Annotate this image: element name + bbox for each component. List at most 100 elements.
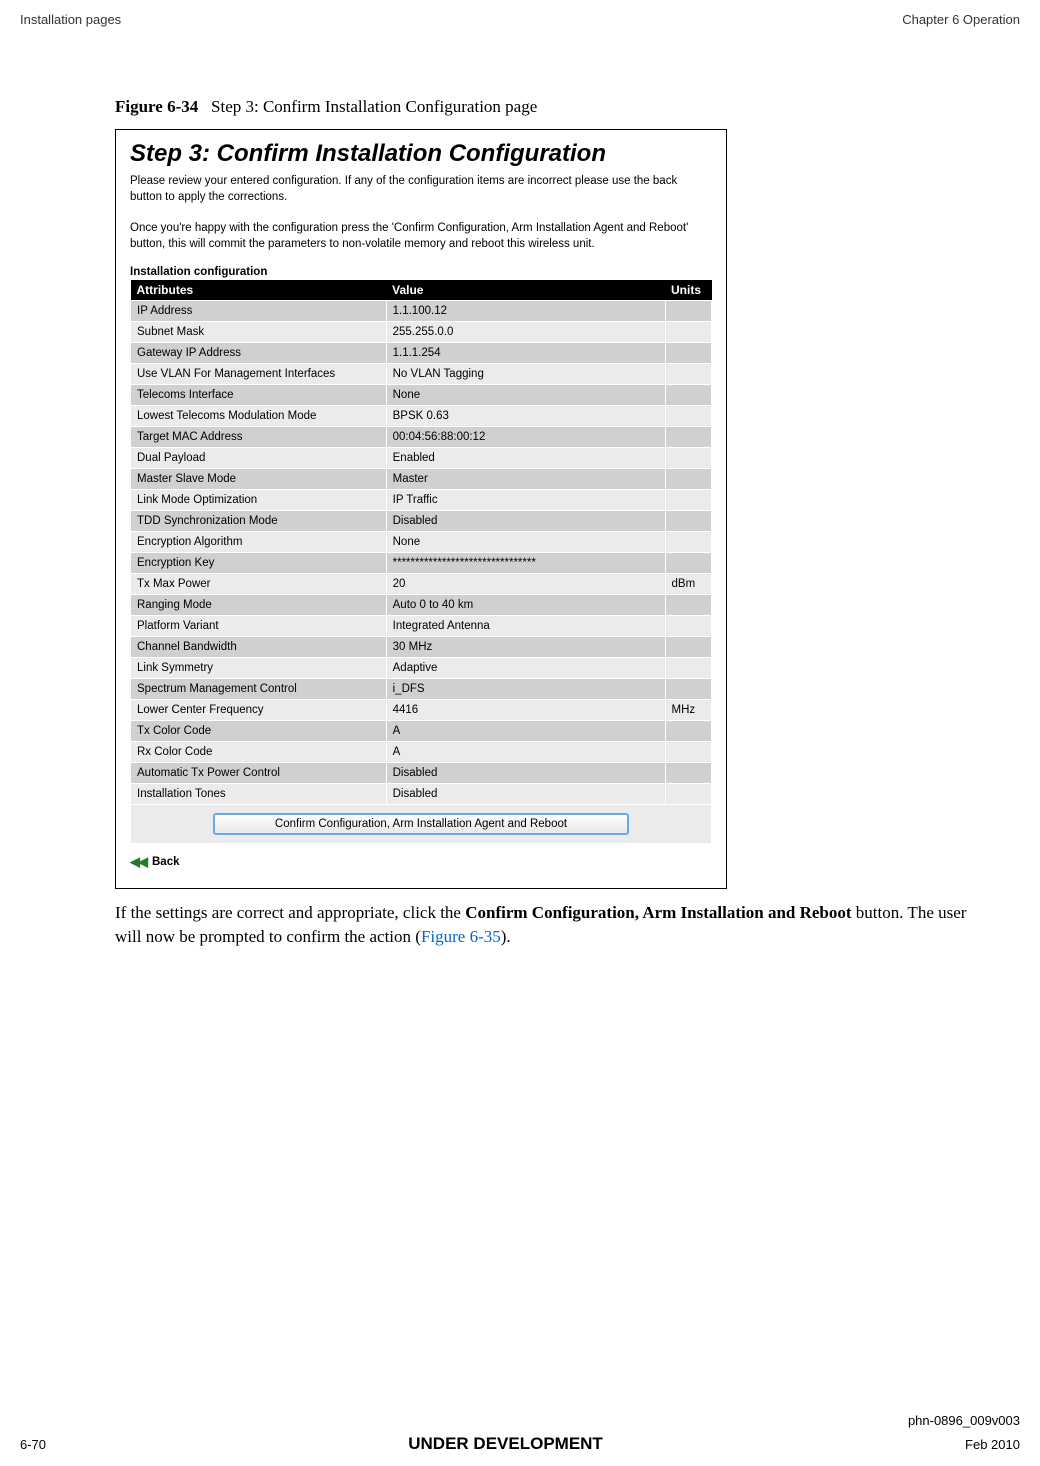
cell-value: Disabled	[386, 763, 665, 784]
th-units: Units	[665, 280, 712, 301]
figure-label: Figure 6-34	[115, 97, 198, 116]
cell-value: A	[386, 721, 665, 742]
cell-value: 1.1.100.12	[386, 301, 665, 322]
table-row: Telecoms InterfaceNone	[131, 385, 712, 406]
cell-value: Disabled	[386, 784, 665, 805]
cell-value: None	[386, 532, 665, 553]
footer-date: Feb 2010	[965, 1437, 1020, 1452]
table-row: Spectrum Management Controli_DFS	[131, 679, 712, 700]
cell-value: 20	[386, 574, 665, 595]
step-desc-2: Once you're happy with the configuration…	[130, 221, 712, 252]
cell-value: BPSK 0.63	[386, 406, 665, 427]
cell-value: 00:04:56:88:00:12	[386, 427, 665, 448]
figure-caption-text: Step 3: Confirm Installation Configurati…	[211, 97, 537, 116]
body-part1: If the settings are correct and appropri…	[115, 903, 465, 922]
cell-attribute: Encryption Key	[131, 553, 387, 574]
table-row: Use VLAN For Management InterfacesNo VLA…	[131, 364, 712, 385]
back-label: Back	[152, 856, 180, 868]
cell-units	[665, 448, 712, 469]
cell-value: Disabled	[386, 511, 665, 532]
cell-units	[665, 616, 712, 637]
cell-value: A	[386, 742, 665, 763]
table-row: Link SymmetryAdaptive	[131, 658, 712, 679]
step-desc-1: Please review your entered configuration…	[130, 174, 712, 205]
cell-attribute: Encryption Algorithm	[131, 532, 387, 553]
table-row: Ranging ModeAuto 0 to 40 km	[131, 595, 712, 616]
back-link[interactable]: ◀◀ Back	[130, 854, 712, 870]
cell-attribute: Target MAC Address	[131, 427, 387, 448]
cell-attribute: IP Address	[131, 301, 387, 322]
step-title: Step 3: Confirm Installation Configurati…	[130, 140, 712, 168]
table-header-row: Attributes Value Units	[131, 280, 712, 301]
table-row: Subnet Mask255.255.0.0	[131, 322, 712, 343]
table-row: IP Address1.1.100.12	[131, 301, 712, 322]
cell-value: No VLAN Tagging	[386, 364, 665, 385]
cell-value: Master	[386, 469, 665, 490]
cell-attribute: Subnet Mask	[131, 322, 387, 343]
table-row: Dual PayloadEnabled	[131, 448, 712, 469]
cell-value: i_DFS	[386, 679, 665, 700]
cell-attribute: Telecoms Interface	[131, 385, 387, 406]
cell-value: Auto 0 to 40 km	[386, 595, 665, 616]
cell-units	[665, 763, 712, 784]
cell-attribute: Use VLAN For Management Interfaces	[131, 364, 387, 385]
table-row: Tx Max Power20dBm	[131, 574, 712, 595]
cell-attribute: Link Mode Optimization	[131, 490, 387, 511]
cell-value: Integrated Antenna	[386, 616, 665, 637]
cell-units	[665, 406, 712, 427]
cell-attribute: Tx Max Power	[131, 574, 387, 595]
page-header: Installation pages Chapter 6 Operation	[20, 12, 1020, 27]
table-row: Lowest Telecoms Modulation ModeBPSK 0.63	[131, 406, 712, 427]
figure-link[interactable]: Figure 6-35	[421, 927, 501, 946]
th-attributes: Attributes	[131, 280, 387, 301]
cell-attribute: Ranging Mode	[131, 595, 387, 616]
cell-value: Adaptive	[386, 658, 665, 679]
cell-units	[665, 784, 712, 805]
table-row: Platform VariantIntegrated Antenna	[131, 616, 712, 637]
cell-attribute: Gateway IP Address	[131, 343, 387, 364]
header-right: Chapter 6 Operation	[902, 12, 1020, 27]
table-row: Gateway IP Address1.1.1.254	[131, 343, 712, 364]
table-row: Encryption AlgorithmNone	[131, 532, 712, 553]
cell-attribute: Lower Center Frequency	[131, 700, 387, 721]
cell-units	[665, 637, 712, 658]
cell-value: 255.255.0.0	[386, 322, 665, 343]
table-row: Master Slave ModeMaster	[131, 469, 712, 490]
cell-units	[665, 469, 712, 490]
back-arrow-icon: ◀◀	[130, 854, 146, 870]
body-text: If the settings are correct and appropri…	[115, 901, 990, 949]
cell-attribute: Rx Color Code	[131, 742, 387, 763]
cell-units	[665, 721, 712, 742]
cell-units	[665, 322, 712, 343]
cell-attribute: Master Slave Mode	[131, 469, 387, 490]
cell-attribute: Platform Variant	[131, 616, 387, 637]
cell-units	[665, 595, 712, 616]
cell-attribute: TDD Synchronization Mode	[131, 511, 387, 532]
cell-attribute: Link Symmetry	[131, 658, 387, 679]
confirm-button[interactable]: Confirm Configuration, Arm Installation …	[213, 813, 629, 835]
screenshot-frame: Step 3: Confirm Installation Configurati…	[115, 129, 727, 889]
figure-caption: Figure 6-34 Step 3: Confirm Installation…	[115, 97, 1020, 117]
cell-units	[665, 301, 712, 322]
table-row: Lower Center Frequency4416MHz	[131, 700, 712, 721]
cell-value: None	[386, 385, 665, 406]
cell-value: 4416	[386, 700, 665, 721]
cell-units	[665, 658, 712, 679]
footer-center: UNDER DEVELOPMENT	[408, 1434, 603, 1454]
cell-units: MHz	[665, 700, 712, 721]
cell-value: IP Traffic	[386, 490, 665, 511]
cell-value: ********************************	[386, 553, 665, 574]
footer-doc-id: phn-0896_009v003	[20, 1413, 1020, 1428]
cell-units	[665, 385, 712, 406]
cell-value: 30 MHz	[386, 637, 665, 658]
cell-attribute: Automatic Tx Power Control	[131, 763, 387, 784]
cell-attribute: Tx Color Code	[131, 721, 387, 742]
cell-units	[665, 343, 712, 364]
cell-units	[665, 511, 712, 532]
install-config-label: Installation configuration	[130, 266, 712, 278]
confirm-row: Confirm Configuration, Arm Installation …	[131, 805, 712, 844]
cell-units	[665, 427, 712, 448]
table-row: Tx Color CodeA	[131, 721, 712, 742]
body-bold: Confirm Configuration, Arm Installation …	[465, 903, 851, 922]
cell-units	[665, 553, 712, 574]
